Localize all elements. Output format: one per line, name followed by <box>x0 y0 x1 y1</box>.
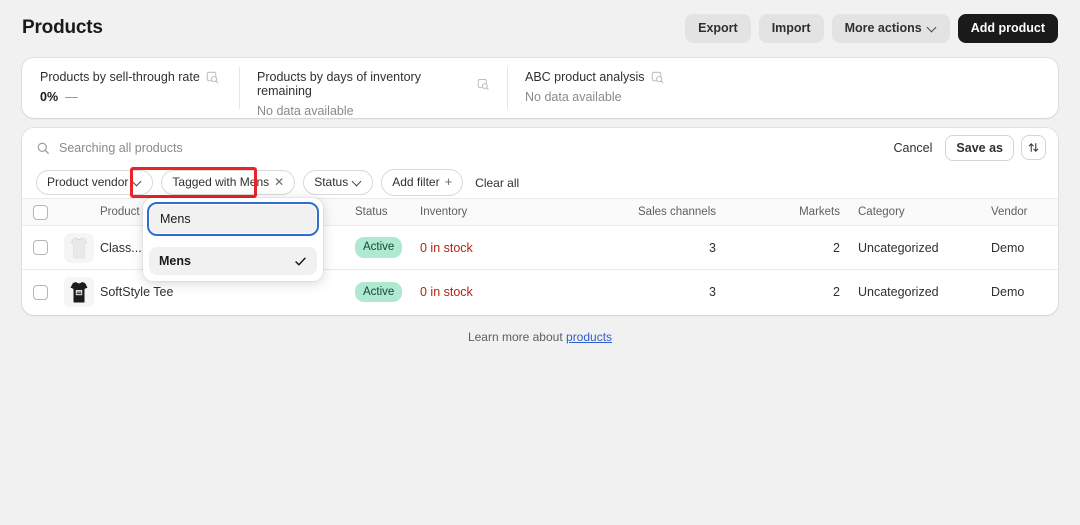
row-select-cell <box>22 240 58 255</box>
metric-title: ABC product analysis <box>525 70 645 84</box>
checkmark-icon <box>294 255 307 268</box>
search-row: Cancel Save as <box>22 128 1058 167</box>
report-icon <box>477 78 489 91</box>
metric-title: Products by sell-through rate <box>40 70 200 84</box>
page-header: Products Export Import More actions Add … <box>0 0 1080 56</box>
column-header-inventory[interactable]: Inventory <box>420 206 588 218</box>
markets-value: 2 <box>748 241 858 255</box>
clear-all-button[interactable]: Clear all <box>471 173 523 193</box>
tag-option-label: Mens <box>159 254 191 268</box>
vendor-value: Demo <box>991 241 1058 255</box>
page-title: Products <box>22 17 103 39</box>
column-header-status[interactable]: Status <box>355 206 420 218</box>
sales-channels-value: 3 <box>588 241 748 255</box>
products-link[interactable]: products <box>566 330 612 344</box>
metric-title: Products by days of inventory remaining <box>257 70 471 98</box>
plus-icon: + <box>445 173 453 191</box>
select-all-cell <box>22 205 58 220</box>
metric-abc-analysis[interactable]: ABC product analysis No data available <box>507 58 737 118</box>
filter-tagged-with-mens[interactable]: Tagged with Mens ✕ <box>161 170 295 195</box>
export-button[interactable]: Export <box>685 14 751 43</box>
filter-status[interactable]: Status <box>303 170 373 195</box>
metric-value-row: 0% — <box>40 90 221 104</box>
row-select-cell <box>22 285 58 300</box>
sales-channels-value: 3 <box>588 285 748 299</box>
white-tshirt-thumbnail <box>64 233 94 263</box>
product-name[interactable]: SoftStyle Tee <box>100 285 355 299</box>
status-badge: Active <box>355 237 402 257</box>
markets-value: 2 <box>748 285 858 299</box>
search-icon <box>36 141 50 155</box>
inventory-value: 0 in stock <box>420 285 588 299</box>
cancel-button[interactable]: Cancel <box>888 136 939 160</box>
tag-options-list: Mens <box>149 247 317 275</box>
search-actions: Cancel Save as <box>888 135 1047 161</box>
black-tshirt-thumbnail <box>64 277 94 307</box>
tag-option-mens[interactable]: Mens <box>149 247 317 275</box>
metrics-card: Products by sell-through rate 0% — Produc… <box>22 58 1058 118</box>
column-header-markets[interactable]: Markets <box>748 206 858 218</box>
select-all-checkbox[interactable] <box>33 205 48 220</box>
more-actions-label: More actions <box>845 21 922 36</box>
metric-days-of-inventory[interactable]: Products by days of inventory remaining … <box>239 58 507 118</box>
tag-filter-popover: Mens <box>143 198 323 281</box>
status-cell: Active <box>355 282 420 302</box>
metric-header: Products by sell-through rate <box>40 70 221 84</box>
search-input[interactable] <box>59 136 888 160</box>
status-badge: Active <box>355 282 402 302</box>
chevron-down-icon <box>353 178 362 187</box>
metric-value: 0% <box>40 90 58 104</box>
row-thumbnail-cell <box>58 277 100 307</box>
chevron-down-icon <box>133 178 142 187</box>
filter-label: Status <box>314 174 348 191</box>
footer-help-text: Learn more about products <box>0 330 1080 344</box>
filter-label: Product vendor <box>47 174 128 191</box>
sort-icon <box>1027 141 1040 154</box>
add-filter-button[interactable]: Add filter + <box>381 169 463 195</box>
header-actions: Export Import More actions Add product <box>685 14 1058 43</box>
import-button[interactable]: Import <box>759 14 824 43</box>
save-as-button[interactable]: Save as <box>945 135 1014 161</box>
more-actions-button[interactable]: More actions <box>832 14 950 43</box>
add-product-button[interactable]: Add product <box>958 14 1058 43</box>
metric-sell-through-rate[interactable]: Products by sell-through rate 0% — <box>22 58 239 118</box>
tag-search-input[interactable] <box>150 205 316 233</box>
inventory-value: 0 in stock <box>420 241 588 255</box>
column-header-category[interactable]: Category <box>858 206 991 218</box>
remove-filter-icon[interactable]: ✕ <box>274 174 284 191</box>
chevron-down-icon <box>928 24 937 33</box>
column-header-vendor[interactable]: Vendor <box>991 206 1058 218</box>
category-value: Uncategorized <box>858 241 991 255</box>
row-checkbox[interactable] <box>33 240 48 255</box>
report-icon <box>651 71 664 84</box>
metric-header: ABC product analysis <box>525 70 719 84</box>
metric-dash: — <box>65 90 78 104</box>
report-icon <box>206 71 219 84</box>
tag-search-input-wrapper <box>149 204 317 234</box>
category-value: Uncategorized <box>858 285 991 299</box>
filter-label: Add filter <box>392 174 439 191</box>
metric-header: Products by days of inventory remaining <box>257 70 489 98</box>
footer-text: Learn more about <box>468 330 563 344</box>
filter-row: Product vendor Tagged with Mens ✕ Status… <box>22 167 1058 198</box>
sort-button[interactable] <box>1021 135 1046 160</box>
filter-product-vendor[interactable]: Product vendor <box>36 170 153 195</box>
filter-label: Tagged with Mens <box>172 174 269 191</box>
products-page: Products Export Import More actions Add … <box>0 0 1080 525</box>
row-checkbox[interactable] <box>33 285 48 300</box>
status-cell: Active <box>355 237 420 257</box>
metric-value: No data available <box>525 90 719 104</box>
row-thumbnail-cell <box>58 233 100 263</box>
metric-value: No data available <box>257 104 489 118</box>
column-header-sales-channels[interactable]: Sales channels <box>588 206 748 218</box>
vendor-value: Demo <box>991 285 1058 299</box>
